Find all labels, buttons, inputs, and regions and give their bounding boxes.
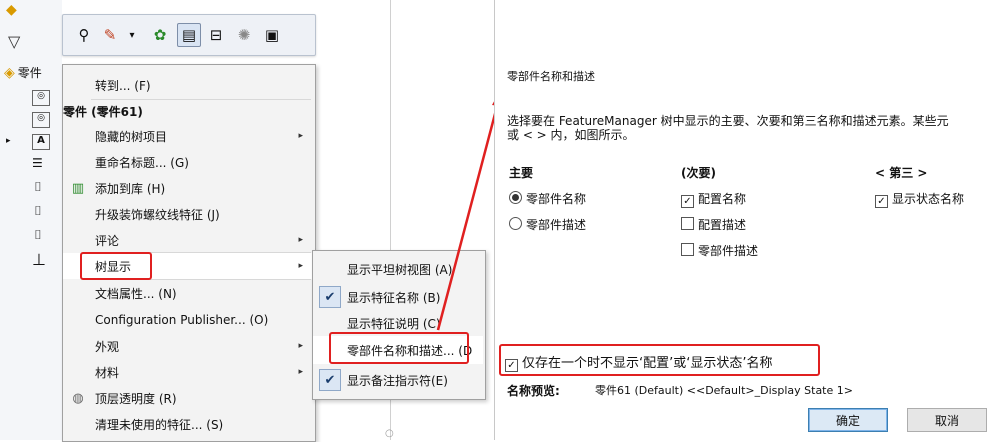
tree-display-icon[interactable]: ⊟ xyxy=(205,24,227,46)
checkbox-checked-icon: ✓ xyxy=(681,195,694,208)
part-icon: ◈ xyxy=(4,64,15,81)
scene-icon[interactable]: ✿ xyxy=(149,24,171,46)
menu-item-top-transparency[interactable]: ◍ 顶层透明度 (R) xyxy=(63,385,313,411)
highlight-tree-display xyxy=(80,252,152,280)
top-plane-icon[interactable]: ⌷ xyxy=(34,204,42,219)
cancel-button[interactable]: 取消 xyxy=(907,408,987,432)
right-plane-icon[interactable]: ⌷ xyxy=(34,228,42,243)
checkbox-unchecked-icon xyxy=(681,217,694,230)
tree-root-item[interactable]: ◈ 零件 xyxy=(4,64,42,81)
primary-header: 主要 xyxy=(509,166,534,180)
origin-icon[interactable]: ⊥ xyxy=(32,250,46,269)
menu-header-part: 零件 (零件61) xyxy=(63,104,143,119)
view-settings-icon[interactable]: ▣ xyxy=(261,24,283,46)
part-top-icon: ◆ xyxy=(6,2,17,18)
submenu-arrow-icon: ▸ xyxy=(298,261,303,271)
check-icon: ✔ xyxy=(319,286,341,308)
tertiary-option-display-state[interactable]: ✓ 显示状态名称 xyxy=(875,190,964,208)
submenu-arrow-icon: ▸ xyxy=(298,235,303,245)
preview-label: 名称预览: xyxy=(507,384,560,398)
checkbox-unchecked-icon xyxy=(681,243,694,256)
radio-selected-icon xyxy=(509,191,522,204)
sensors-icon[interactable]: ◎ xyxy=(32,112,50,128)
menu-item-configuration-publisher[interactable]: Configuration Publisher... (O) xyxy=(63,307,313,333)
drag-handle-icon[interactable]: ○ xyxy=(385,428,394,439)
transparency-icon: ◍ xyxy=(72,390,84,406)
menu-item-upgrade-thread[interactable]: 升级装饰螺纹线特征 (J) xyxy=(63,201,313,227)
secondary-header: (次要) xyxy=(681,166,716,180)
highlight-component-names xyxy=(329,332,469,364)
dialog-title: 零部件名称和描述 xyxy=(507,70,595,83)
component-names-dialog: 零部件名称和描述 选择要在 FeatureManager 树中显示的主要、次要和… xyxy=(494,0,993,440)
dropdown-arrow-icon[interactable]: ▾ xyxy=(121,24,143,46)
check-icon: ✔ xyxy=(319,369,341,391)
lights-icon[interactable]: ✺ xyxy=(233,24,255,46)
highlight-only-when-multiple xyxy=(499,344,820,376)
filter-icon[interactable]: ▽ xyxy=(8,32,20,51)
radio-unselected-icon xyxy=(509,217,522,230)
primary-option-component-description[interactable]: 零部件描述 xyxy=(509,216,586,233)
appearance-icon[interactable]: ✎ xyxy=(99,24,121,46)
secondary-option-component-description[interactable]: 零部件描述 xyxy=(681,242,758,259)
menu-item-goto[interactable]: 转到... (F) xyxy=(63,72,313,98)
dialog-description-line2: 或 < > 内，如图所示。 xyxy=(507,128,635,142)
heads-up-toolbar: ⚲ ✎ ▾ ✿ ▤ ⊟ ✺ ▣ xyxy=(62,14,316,56)
menu-item-rename-title[interactable]: 重命名标题... (G) xyxy=(63,149,313,175)
menu-item-hidden-tree-items[interactable]: 隐藏的树项目 ▸ xyxy=(63,123,313,149)
ok-button[interactable]: 确定 xyxy=(808,408,888,432)
secondary-option-config-description[interactable]: 配置描述 xyxy=(681,216,746,233)
menu-item-cleanup-features[interactable]: 清理未使用的特征... (S) xyxy=(63,411,313,437)
feature-tree-panel: ◆ ▽ ◈ 零件 ◎ ◎ ▸ A ☰ ⌷ ⌷ ⌷ ⊥ xyxy=(0,0,62,440)
zoom-icon[interactable]: ⚲ xyxy=(73,24,95,46)
library-icon: ▥ xyxy=(71,180,85,196)
secondary-option-config-name[interactable]: ✓ 配置名称 xyxy=(681,190,746,208)
display-pane-icon[interactable]: ▤ xyxy=(177,23,201,47)
front-plane-icon[interactable]: ⌷ xyxy=(34,180,42,195)
expand-arrow-icon[interactable]: ▸ xyxy=(6,136,11,146)
submenu-arrow-icon: ▸ xyxy=(298,367,303,377)
material-icon[interactable]: ☰ xyxy=(32,156,43,170)
menu-item-comment[interactable]: 评论 ▸ xyxy=(63,227,313,253)
menu-item-appearance[interactable]: 外观 ▸ xyxy=(63,333,313,359)
annotations-icon[interactable]: A xyxy=(32,134,50,150)
tertiary-header: < 第三 > xyxy=(875,166,928,180)
menu-item-material[interactable]: 材料 ▸ xyxy=(63,359,313,385)
history-icon[interactable]: ◎ xyxy=(32,90,50,106)
primary-option-component-name[interactable]: 零部件名称 xyxy=(509,190,586,207)
submenu-arrow-icon: ▸ xyxy=(298,131,303,141)
menu-item-document-properties[interactable]: 文档属性... (N) xyxy=(63,280,313,306)
menu-item-add-to-library[interactable]: ▥ 添加到库 (H) xyxy=(63,175,313,201)
preview-value: 零件61 (Default) <<Default>_Display State … xyxy=(595,384,853,397)
submenu-item-note-indicator[interactable]: ✔ 显示备注指示符(E) xyxy=(313,366,483,394)
checkbox-checked-icon: ✓ xyxy=(875,195,888,208)
submenu-arrow-icon: ▸ xyxy=(298,341,303,351)
